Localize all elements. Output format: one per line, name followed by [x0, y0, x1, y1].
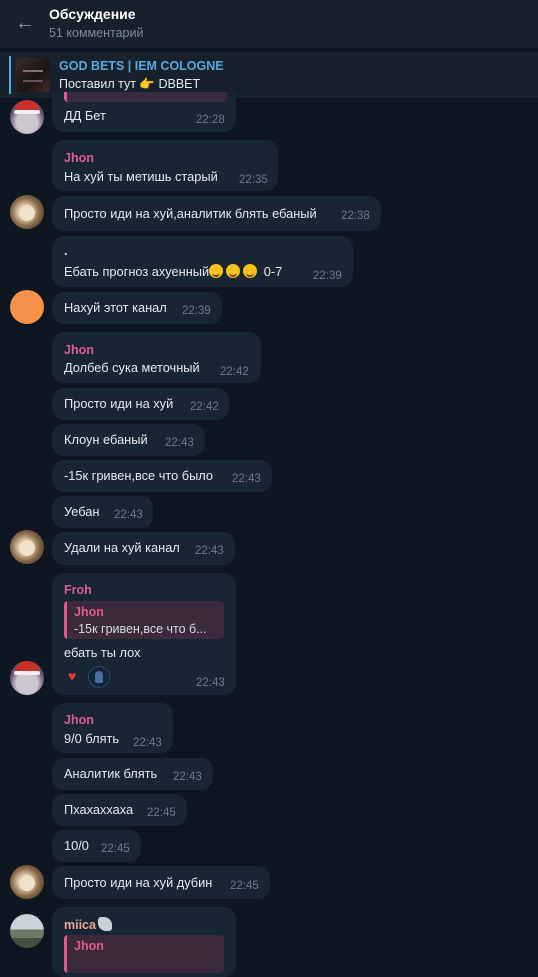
- message-text: Просто иди на хуй: [64, 396, 174, 411]
- message-bubble[interactable]: Jhon На хуй ты метишь старый 22:35: [52, 140, 278, 191]
- pinned-message-text: Поставил тут 👉 DBBET: [59, 77, 201, 91]
- user-avatar[interactable]: [10, 100, 44, 134]
- message-text: Клоун ебаный: [64, 432, 148, 447]
- user-avatar[interactable]: [10, 914, 44, 948]
- message-bubble[interactable]: -15к гривен,все что было 22:43: [52, 460, 272, 492]
- message-text: На хуй ты метишь старый: [64, 169, 218, 184]
- reply-preview: [64, 92, 227, 102]
- message-time: 22:45: [230, 880, 259, 892]
- message-bubble[interactable]: Jhon Долбеб сука меточный 22:42: [52, 332, 261, 383]
- user-avatar[interactable]: [10, 661, 44, 695]
- sender-name[interactable]: miica: [64, 917, 112, 932]
- message-bubble[interactable]: miica Jhon: [52, 907, 236, 977]
- pinned-channel-name: GOD BETS | IEM COLOGNE: [59, 59, 224, 73]
- user-avatar[interactable]: [10, 290, 44, 324]
- message-text: ебать ты лох: [64, 645, 141, 660]
- message-bubble[interactable]: Уебан 22:43: [52, 496, 153, 528]
- user-avatar[interactable]: [10, 865, 44, 899]
- pinned-thumbnail: [16, 58, 50, 92]
- message-text: Аналитик блять: [64, 766, 158, 781]
- message-bubble[interactable]: Клоун ебаный 22:43: [52, 424, 205, 456]
- message-time: 22:42: [190, 401, 219, 413]
- message-time: 22:43: [173, 771, 202, 783]
- message-bubble[interactable]: Просто иди на хуй 22:42: [52, 388, 229, 420]
- reply-preview[interactable]: Jhon: [64, 935, 224, 973]
- message-bubble[interactable]: Просто иди на хуй,аналитик блять ебаный …: [52, 196, 381, 231]
- message-time: 22:43: [165, 437, 194, 449]
- reaction-avatar: [88, 666, 110, 688]
- message-text: Долбеб сука меточный: [64, 360, 200, 375]
- message-bubble[interactable]: Jhon 9/0 блять 22:43: [52, 703, 173, 753]
- message-text: Просто иди на хуй,аналитик блять ебаный: [64, 206, 317, 221]
- message-bubble[interactable]: ДД Бет 22:28: [52, 92, 236, 132]
- message-bubble[interactable]: Пхахаххаха 22:45: [52, 794, 187, 826]
- message-bubble[interactable]: Просто иди на хуй дубин 22:45: [52, 866, 270, 899]
- sender-name[interactable]: Jhon: [64, 713, 94, 727]
- message-bubble[interactable]: Аналитик блять 22:43: [52, 758, 213, 790]
- reply-accent-bar: [64, 601, 67, 639]
- message-time: 22:28: [196, 114, 225, 126]
- back-arrow-icon[interactable]: ←: [12, 10, 38, 36]
- message-text: -15к гривен,все что было: [64, 468, 214, 483]
- sender-name[interactable]: Froh: [64, 583, 92, 597]
- pinned-accent-bar: [9, 56, 11, 94]
- rofl-emoji-icon: [209, 264, 224, 278]
- message-time: 22:43: [133, 737, 162, 749]
- message-text: ДД Бет: [64, 108, 106, 123]
- sender-name[interactable]: .: [64, 244, 67, 258]
- reply-preview[interactable]: Jhon -15к гривен,все что б...: [64, 601, 224, 639]
- message-time: 22:43: [195, 545, 224, 557]
- message-time: 22:43: [114, 509, 143, 521]
- reply-text: -15к гривен,все что б...: [74, 622, 207, 636]
- message-time: 22:43: [232, 473, 261, 485]
- message-bubble[interactable]: Froh Jhon -15к гривен,все что б... ебать…: [52, 573, 236, 695]
- message-text: 10/0: [64, 838, 89, 853]
- wolf-emoji-icon: [97, 917, 112, 931]
- message-time: 22:45: [147, 807, 176, 819]
- message-time: 22:39: [182, 305, 211, 317]
- message-text: Удали на хуй канал: [64, 540, 180, 555]
- message-time: 22:39: [313, 270, 342, 282]
- sender-name[interactable]: Jhon: [64, 343, 94, 357]
- message-text: Уебан: [64, 504, 100, 519]
- grin-emoji-icon: [243, 264, 258, 278]
- user-avatar[interactable]: [10, 195, 44, 229]
- reply-sender-name: Jhon: [74, 939, 104, 953]
- message-text: 9/0 блять: [64, 731, 120, 746]
- rofl-emoji-icon: [226, 264, 241, 278]
- sender-name[interactable]: Jhon: [64, 151, 94, 165]
- message-time: 22:35: [239, 174, 268, 186]
- reply-sender-name: Jhon: [74, 605, 104, 619]
- page-title: Обсуждение: [49, 6, 136, 22]
- reply-accent-bar: [64, 935, 67, 973]
- user-avatar[interactable]: [10, 530, 44, 564]
- message-time: 22:43: [196, 677, 225, 689]
- message-bubble[interactable]: . Ебать прогноз ахуенный 0-7 22:39: [52, 236, 353, 287]
- reactions[interactable]: ♥: [64, 665, 112, 688]
- message-time: 22:45: [101, 843, 130, 855]
- message-bubble[interactable]: Удали на хуй канал 22:43: [52, 532, 235, 565]
- message-text: Просто иди на хуй дубин: [64, 875, 213, 890]
- message-bubble[interactable]: Нахуй этот канал 22:39: [52, 292, 222, 324]
- message-bubble[interactable]: 10/0 22:45: [52, 830, 141, 862]
- heart-reaction-icon[interactable]: ♥: [68, 668, 76, 684]
- chat-header: ← Обсуждение 51 комментарий: [0, 0, 538, 48]
- message-time: 22:42: [220, 366, 249, 378]
- message-time: 22:38: [341, 210, 370, 222]
- message-text: Нахуй этот канал: [64, 300, 167, 315]
- comment-count: 51 комментарий: [49, 26, 144, 40]
- message-text: Пхахаххаха: [64, 802, 134, 817]
- message-text: Ебать прогноз ахуенный 0-7: [64, 264, 283, 279]
